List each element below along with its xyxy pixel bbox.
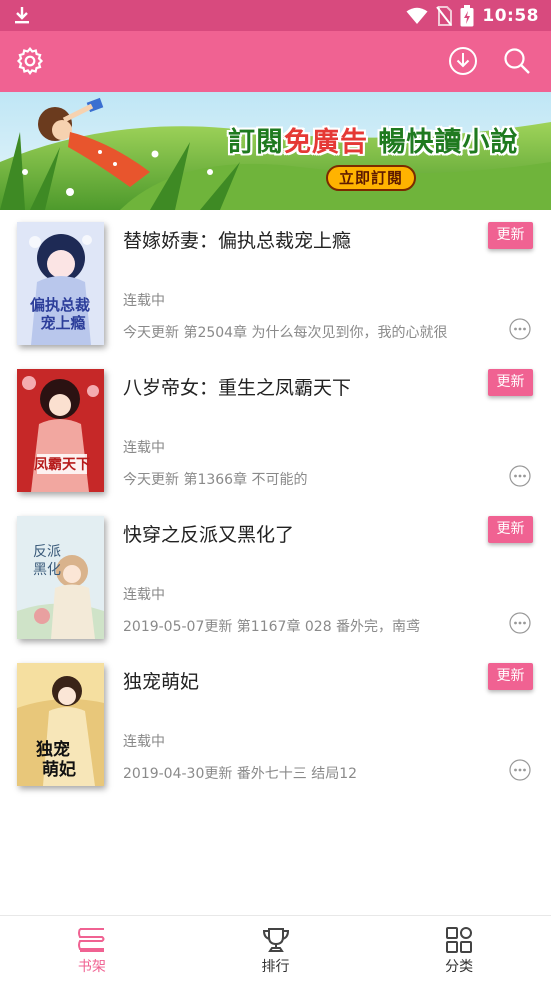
tab-label: 排行	[261, 959, 290, 975]
settings-gear-icon	[16, 47, 44, 75]
update-badge: 更新	[488, 663, 533, 690]
serial-status: 连载中	[123, 734, 165, 750]
bookshelf-icon	[77, 928, 105, 952]
latest-chapter: 2019-05-07更新 第1167章 028 番外完，南鸢	[123, 619, 421, 635]
headline-text-2: 免廣告	[284, 127, 368, 158]
book-item[interactable]: 独宠 萌妃 独宠萌妃 更新 连载中 2019-04-30更新 番外七十三 结局1…	[0, 651, 551, 798]
subscribe-now-button[interactable]: 立即訂閱	[326, 165, 416, 191]
more-options-icon[interactable]	[509, 612, 531, 634]
tab-label: 分类	[445, 959, 474, 975]
serial-status: 连载中	[123, 587, 165, 603]
latest-chapter: 今天更新 第2504章 为什么每次见到你，我的心就很	[123, 325, 448, 341]
svg-text:黑化: 黑化	[33, 562, 61, 578]
tab-bookshelf[interactable]: 书架	[0, 916, 184, 981]
trophy-icon	[262, 928, 289, 952]
subscription-banner[interactable]: 訂閱免廣告 暢快讀小說 立即訂閱	[0, 92, 551, 210]
serial-status: 连载中	[123, 440, 165, 456]
download-circle-icon	[449, 47, 477, 75]
tab-ranking[interactable]: 排行	[184, 916, 368, 981]
search-icon	[504, 48, 530, 74]
clock: 10:58	[482, 6, 539, 26]
headline-text-1: 訂閱	[228, 127, 284, 158]
svg-text:凤霸天下: 凤霸天下	[34, 457, 90, 473]
more-options-icon[interactable]	[509, 759, 531, 781]
search-button[interactable]	[500, 44, 534, 78]
app-bar	[0, 31, 551, 92]
update-badge: 更新	[488, 222, 533, 249]
book-item[interactable]: 凤霸天下 八岁帝女：重生之凤霸天下 更新 连载中 今天更新 第1366章 不可能…	[0, 357, 551, 504]
svg-text:偏执总裁: 偏执总裁	[30, 296, 90, 314]
latest-chapter: 2019-04-30更新 番外七十三 结局12	[123, 766, 358, 782]
tab-label: 书架	[77, 959, 106, 975]
update-badge: 更新	[488, 369, 533, 396]
svg-text:宠上瘾: 宠上瘾	[40, 314, 85, 332]
serial-status: 连载中	[123, 293, 165, 309]
status-bar: 10:58	[0, 0, 551, 31]
bottom-navigation: 书架 排行 分类	[0, 915, 551, 981]
latest-chapter: 今天更新 第1366章 不可能的	[123, 472, 308, 488]
more-options-icon[interactable]	[509, 318, 531, 340]
update-badge: 更新	[488, 516, 533, 543]
book-item[interactable]: 偏执总裁 宠上瘾 替嫁娇妻：偏执总裁宠上瘾 更新 连载中 今天更新 第2504章…	[0, 210, 551, 357]
no-sim-icon	[436, 6, 453, 26]
svg-text:反派: 反派	[33, 544, 61, 560]
more-options-icon[interactable]	[509, 465, 531, 487]
book-title: 八岁帝女：重生之凤霸天下	[123, 377, 352, 399]
battery-charging-icon	[460, 5, 474, 27]
svg-text:独宠: 独宠	[36, 739, 70, 760]
book-title: 独宠萌妃	[123, 671, 200, 693]
book-cover[interactable]: 凤霸天下	[17, 369, 104, 492]
svg-text:萌妃: 萌妃	[42, 759, 76, 780]
settings-button[interactable]	[13, 44, 47, 78]
book-cover[interactable]: 反派 黑化	[17, 516, 104, 639]
book-cover[interactable]: 独宠 萌妃	[17, 663, 104, 786]
download-icon	[15, 7, 29, 24]
download-button[interactable]	[446, 44, 480, 78]
book-item[interactable]: 反派 黑化 快穿之反派又黑化了 更新 连载中 2019-05-07更新 第116…	[0, 504, 551, 651]
banner-headline: 訂閱免廣告 暢快讀小說	[228, 120, 518, 159]
book-title: 快穿之反派又黑化了	[123, 524, 295, 546]
wifi-icon	[406, 7, 428, 24]
category-grid-icon	[446, 927, 473, 953]
tab-categories[interactable]: 分类	[367, 916, 551, 981]
book-cover[interactable]: 偏执总裁 宠上瘾	[17, 222, 104, 345]
book-title: 替嫁娇妻：偏执总裁宠上瘾	[123, 230, 352, 252]
headline-text-3: 暢快讀小說	[368, 127, 519, 158]
